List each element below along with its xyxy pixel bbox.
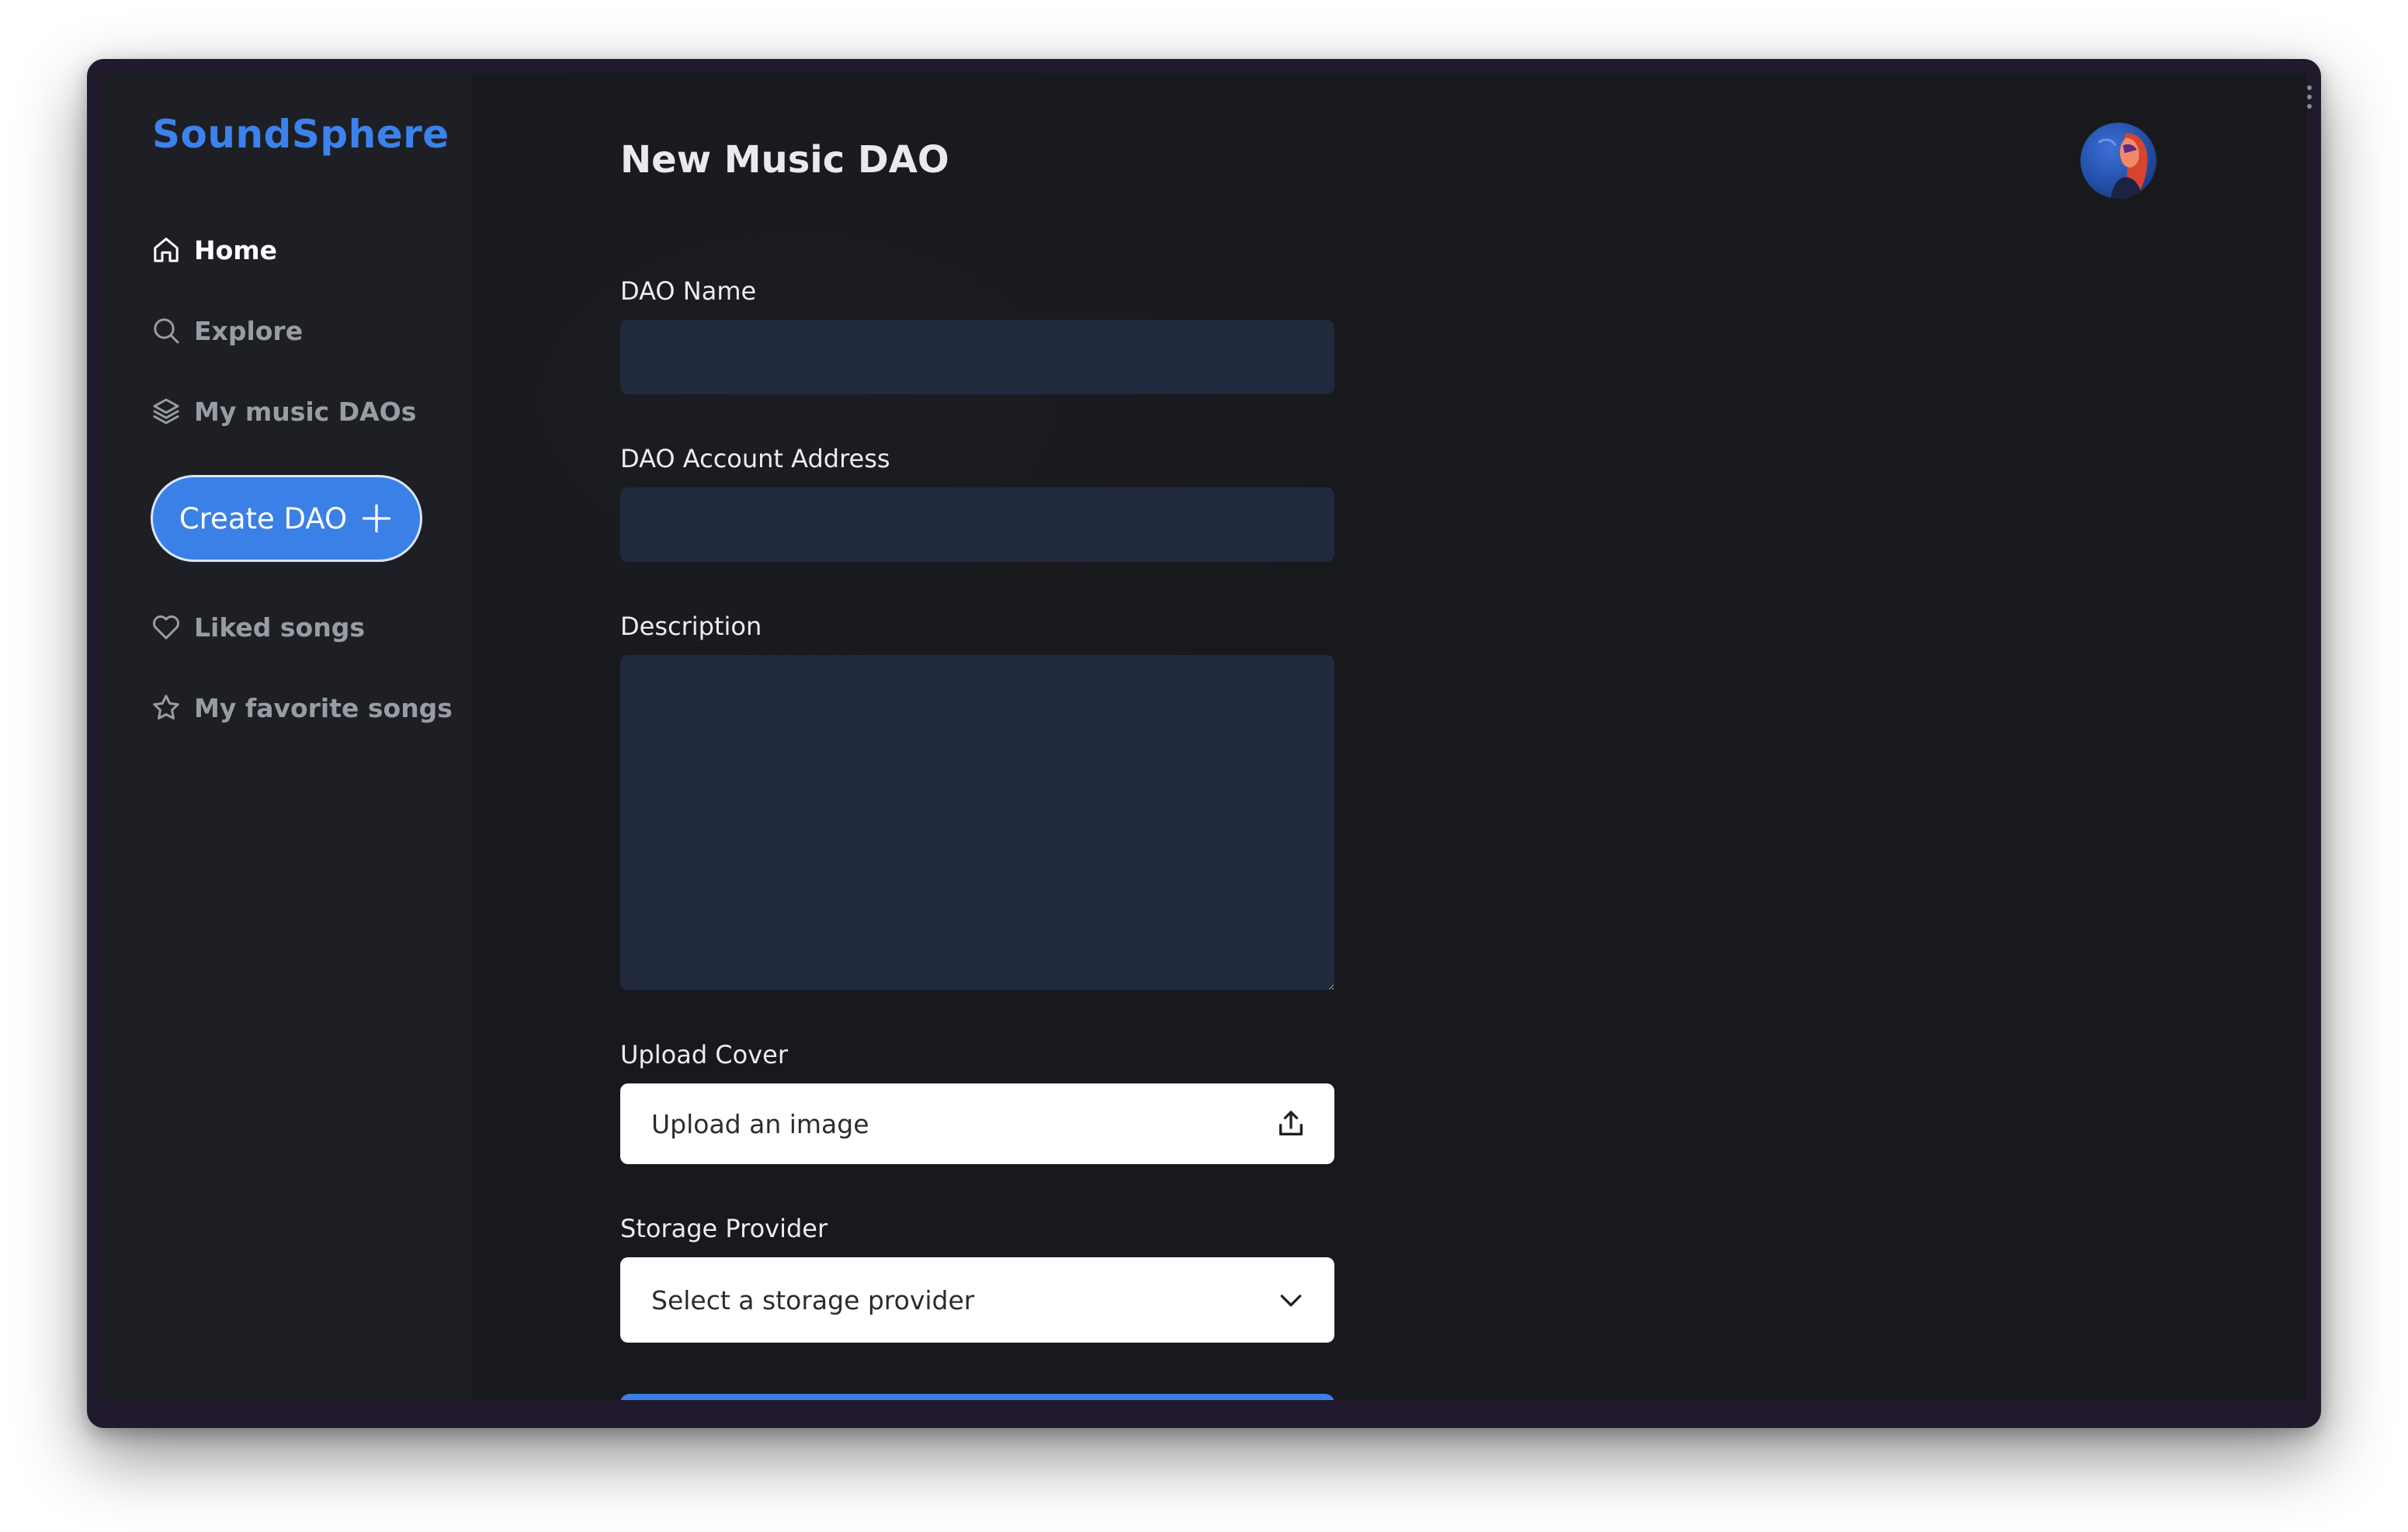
sidebar: SoundSphere Home Explore My music DAOs C…	[101, 73, 472, 1400]
sidebar-item-my-favorite-songs[interactable]: My favorite songs	[151, 685, 453, 731]
chevron-down-icon	[1280, 1295, 1302, 1307]
dao-name-label: DAO Name	[620, 276, 757, 306]
upload-icon	[1279, 1111, 1303, 1135]
app-logo[interactable]: SoundSphere	[152, 112, 449, 157]
app-window: SoundSphere Home Explore My music DAOs C…	[101, 73, 2307, 1400]
layers-icon	[153, 398, 179, 425]
home-icon	[154, 237, 179, 262]
sidebar-item-label: Home	[194, 234, 278, 265]
page-title: New Music DAO	[620, 138, 949, 182]
plus-icon	[363, 504, 391, 533]
sidebar-item-label: My music DAOs	[194, 396, 417, 427]
avatar-image	[2097, 133, 2148, 199]
sidebar-item-label: Explore	[194, 315, 304, 346]
upload-image-button[interactable]: Upload an image	[620, 1083, 1334, 1164]
upload-cover-label: Upload Cover	[620, 1040, 788, 1069]
sidebar-item-label: Liked songs	[194, 612, 365, 643]
dao-account-address-label: DAO Account Address	[620, 444, 890, 473]
storage-provider-label: Storage Provider	[620, 1214, 828, 1243]
sidebar-item-explore[interactable]: Explore	[151, 307, 303, 354]
window-menu-dots-icon[interactable]	[2306, 84, 2313, 110]
submit-button[interactable]	[620, 1394, 1334, 1400]
create-dao-button[interactable]: Create DAO	[151, 475, 422, 562]
sidebar-item-my-music-daos[interactable]: My music DAOs	[151, 388, 416, 435]
main-content: New Music DAO DAO Name DAO Account Addre…	[472, 73, 2307, 1400]
storage-provider-selected-value: Select a storage provider	[651, 1284, 975, 1315]
storage-provider-select[interactable]: Select a storage provider	[620, 1257, 1334, 1343]
sidebar-item-home[interactable]: Home	[151, 227, 277, 273]
dao-account-address-input[interactable]	[620, 487, 1334, 562]
create-dao-label: Create DAO	[179, 501, 348, 536]
search-icon	[154, 318, 179, 344]
user-avatar[interactable]	[2080, 123, 2156, 199]
description-textarea[interactable]	[620, 655, 1334, 990]
heart-icon	[153, 615, 179, 639]
description-label: Description	[620, 612, 762, 641]
upload-image-text: Upload an image	[651, 1108, 869, 1139]
dao-name-input[interactable]	[620, 320, 1334, 394]
sidebar-item-liked-songs[interactable]: Liked songs	[151, 604, 365, 650]
star-icon	[153, 695, 179, 719]
sidebar-item-label: My favorite songs	[194, 692, 453, 723]
